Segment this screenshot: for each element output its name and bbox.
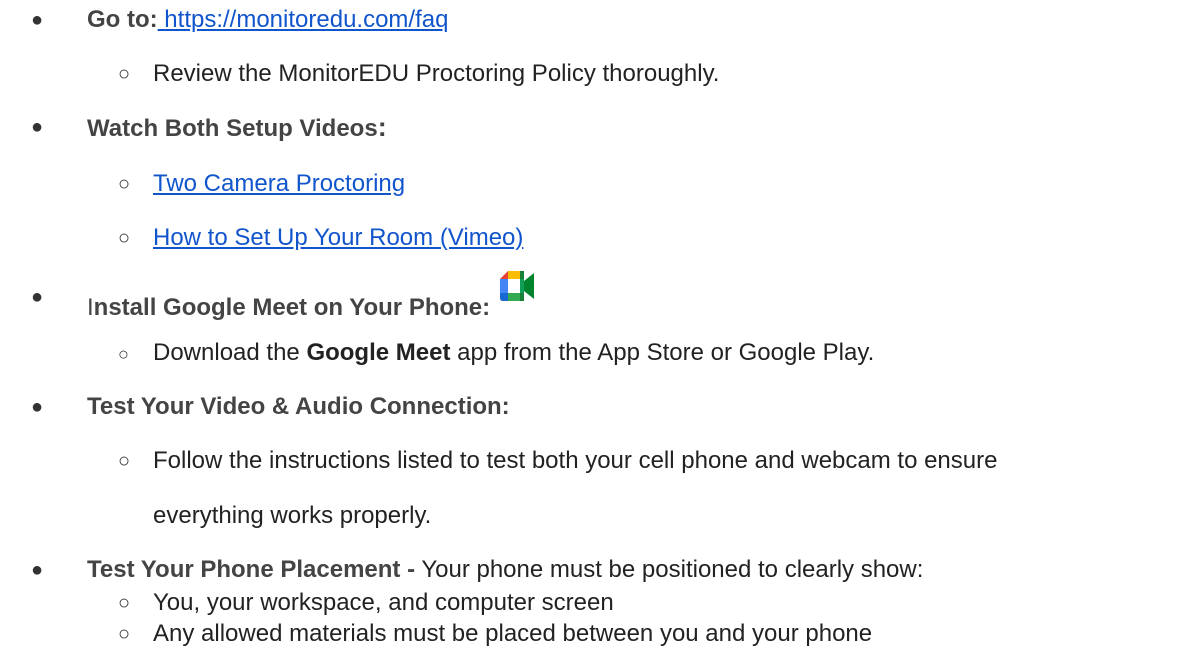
- bullet: ●: [31, 286, 44, 308]
- sub-bullet: ○: [118, 450, 131, 472]
- sub-bullet: ○: [118, 344, 129, 364]
- sub-bullet: ○: [118, 227, 131, 249]
- sub-item-text: Two Camera Proctoring: [153, 170, 405, 198]
- sub-bullet: ○: [118, 623, 131, 645]
- google-meet-bold: Google Meet: [306, 339, 451, 366]
- google-meet-icon: [498, 269, 536, 303]
- bullet: ●: [31, 116, 44, 138]
- sub-item-text: Download the Google Meet app from the Ap…: [153, 339, 874, 367]
- go-to-label: Go to:: [87, 6, 158, 33]
- install-label-initial: I: [87, 294, 94, 321]
- bullet: ●: [31, 396, 44, 418]
- download-text-before: Download the: [153, 339, 307, 366]
- sub-bullet: ○: [118, 173, 131, 195]
- sub-bullet: ○: [118, 592, 131, 614]
- sub-item-text: Follow the instructions listed to test b…: [153, 447, 998, 474]
- bullet: ●: [31, 559, 44, 581]
- list-item-text: Install Google Meet on Your Phone:: [87, 271, 536, 322]
- download-text-after: app from the App Store or Google Play.: [450, 339, 875, 366]
- bullet: ●: [31, 9, 44, 31]
- sub-item-text: How to Set Up Your Room (Vimeo): [153, 224, 523, 252]
- test-video-audio-label: Test Your Video & Audio Connection:: [87, 393, 510, 420]
- faq-link[interactable]: https://monitoredu.com/faq: [158, 6, 448, 33]
- sub-item-text: You, your workspace, and computer screen: [153, 589, 614, 616]
- two-camera-proctoring-link[interactable]: Two Camera Proctoring: [153, 170, 405, 197]
- sub-item-text-continued: everything works properly.: [153, 502, 432, 529]
- phone-placement-label: Test Your Phone Placement -: [87, 556, 416, 583]
- watch-videos-label: Watch Both Setup Videos: [87, 115, 378, 142]
- room-setup-vimeo-link[interactable]: How to Set Up Your Room (Vimeo): [153, 224, 523, 251]
- phone-placement-text: Your phone must be positioned to clearly…: [415, 556, 924, 583]
- install-meet-label: nstall Google Meet on Your Phone:: [93, 294, 491, 321]
- list-item-text: Go to: https://monitoredu.com/faq: [87, 6, 448, 34]
- watch-videos-colon: :: [377, 112, 387, 142]
- list-item-text: Watch Both Setup Videos:: [87, 113, 387, 143]
- list-item-text: Test Your Phone Placement - Your phone m…: [87, 556, 923, 584]
- sub-item-text: Any allowed materials must be placed bet…: [153, 620, 873, 647]
- sub-item-text: Review the MonitorEDU Proctoring Policy …: [153, 60, 720, 87]
- sub-bullet: ○: [118, 63, 131, 85]
